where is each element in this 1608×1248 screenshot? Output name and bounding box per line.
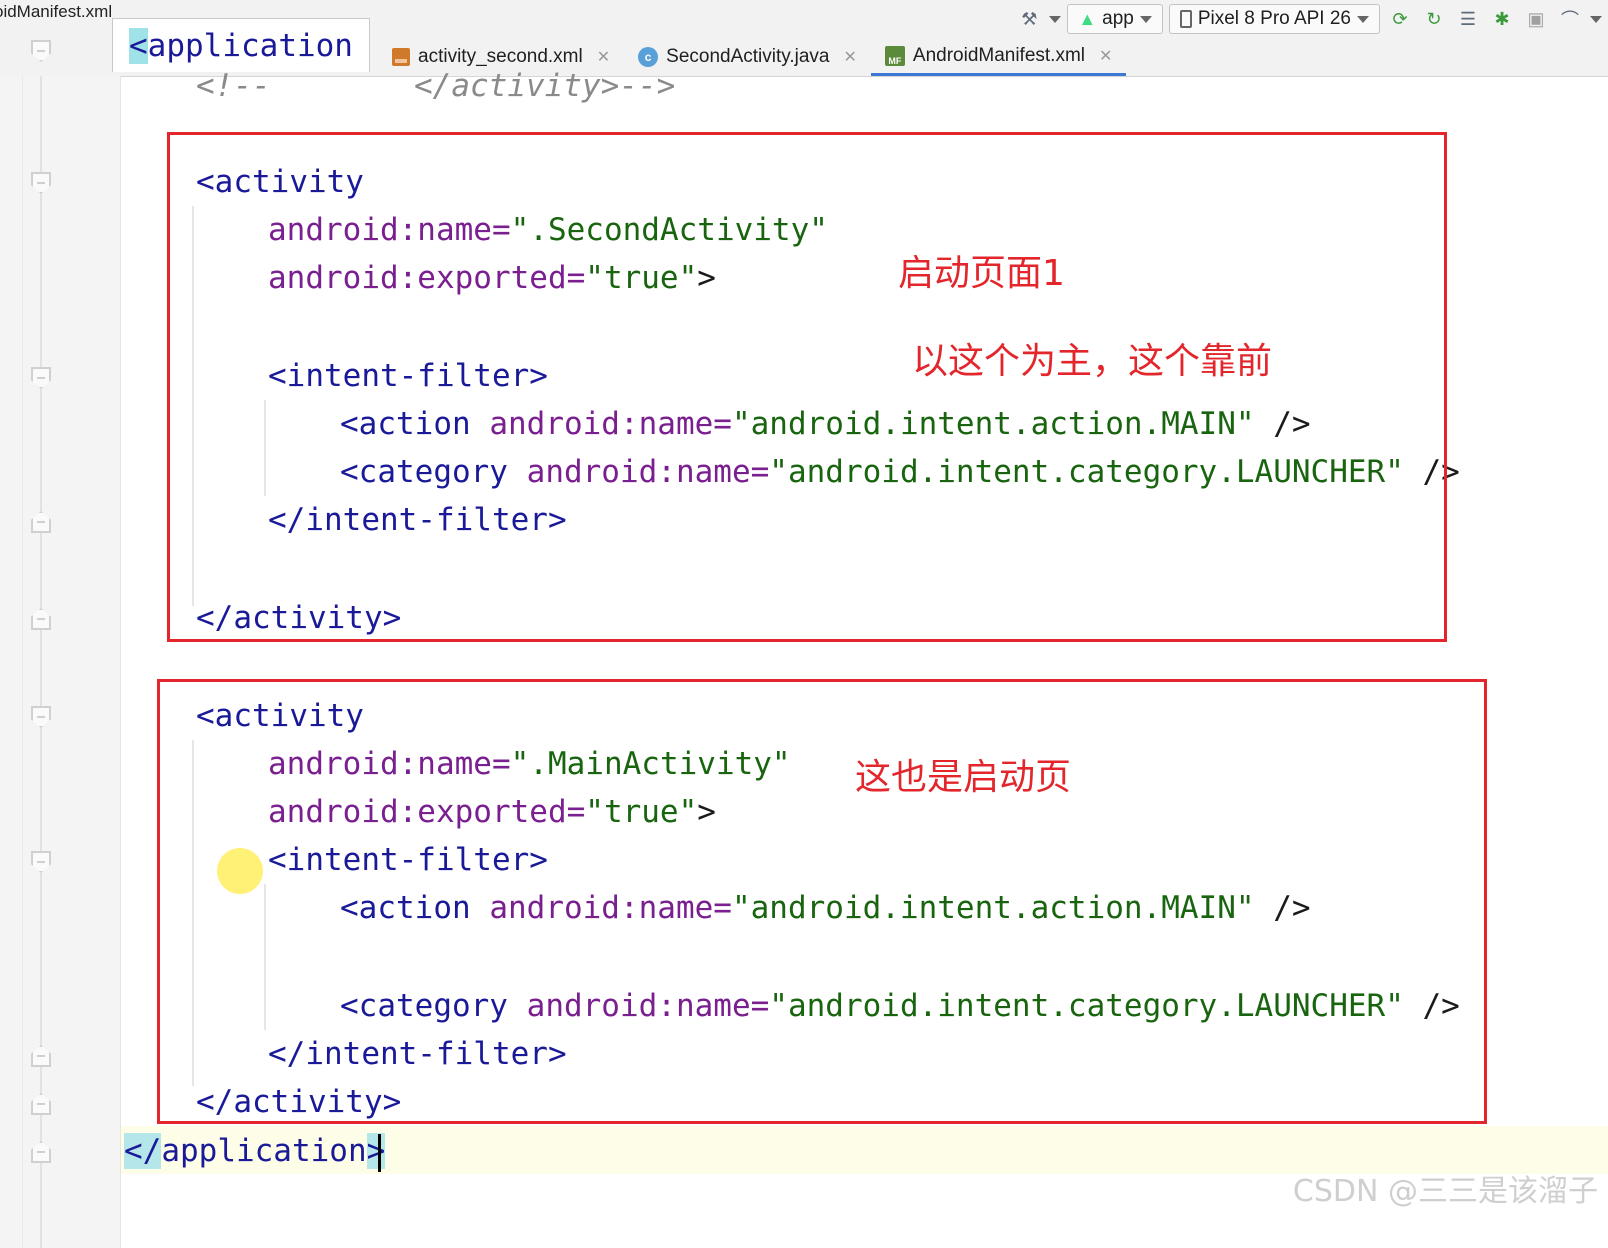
editor-gutter[interactable] [0,76,121,1248]
close-icon[interactable]: ✕ [597,47,610,67]
tab-label: AndroidManifest.xml [912,44,1086,66]
close-icon[interactable]: ✕ [843,47,856,67]
close-icon[interactable]: ✕ [1099,46,1112,66]
device-label: Pixel 8 Pro API 26 [1197,8,1351,29]
annotation-note: 启动页面1 [898,253,1065,294]
chevron-down-icon [1139,15,1152,23]
breadcrumb-text: <application [129,28,353,64]
xml-tag: > [366,1133,386,1169]
text-caret [378,1134,381,1172]
tab-android-manifest-xml[interactable]: MF AndroidManifest.xml ✕ [870,38,1127,76]
sticky-breadcrumb[interactable]: <application [112,18,370,72]
window-file-caption: oidManifest.xml [0,2,113,21]
gutter-divider [22,76,23,1248]
chevron-down-icon[interactable] [1590,15,1602,23]
bug-icon[interactable]: ✱ [1488,5,1516,33]
device-icon [1179,10,1192,28]
xml-file-icon [392,48,410,66]
more-icon[interactable]: ⌒ [1556,5,1584,33]
gutter-divider [40,76,42,1248]
main-toolbar: ⚒ ▲ app Pixel 8 Pro API 26 ⟳ ↻ ☰ ✱ ▣ ⌒ [1015,2,1602,36]
annotation-note: 这也是启动页 [855,757,1072,798]
tab-label: activity_second.xml [418,46,583,67]
hammer-icon[interactable]: ⚒ [1015,5,1043,33]
profiler-icon[interactable]: ▣ [1522,5,1550,33]
android-icon: ▲ [1078,8,1097,29]
sync-icon[interactable]: ⟳ [1386,5,1414,33]
module-selector[interactable]: ▲ app [1067,4,1163,34]
java-class-icon: c [638,47,659,67]
xml-tag: </ [124,1133,162,1169]
chevron-down-icon[interactable] [1049,15,1062,23]
code-comment-close: </activity>--> [414,68,676,104]
breadcrumb-tag: application [147,28,353,64]
chevron-down-icon [1357,15,1369,23]
logcat-icon[interactable]: ☰ [1454,5,1482,33]
tab-label: SecondActivity.java [666,46,830,67]
module-label: app [1102,8,1134,29]
apply-changes-icon[interactable]: ↻ [1420,5,1448,33]
annotation-box [167,132,1447,642]
breadcrumb-bracket: < [129,28,148,64]
manifest-file-icon: MF [884,45,905,66]
watermark: CSDN @三三是该溜子 [1292,1174,1598,1209]
xml-tag: application [161,1133,367,1169]
annotation-note: 以这个为主，这个靠前 [912,341,1273,382]
code-comment-open: <!-- [196,68,271,104]
code-line[interactable]: </application> [124,1131,386,1171]
annotation-box [157,679,1487,1124]
device-selector[interactable]: Pixel 8 Pro API 26 [1168,4,1380,34]
